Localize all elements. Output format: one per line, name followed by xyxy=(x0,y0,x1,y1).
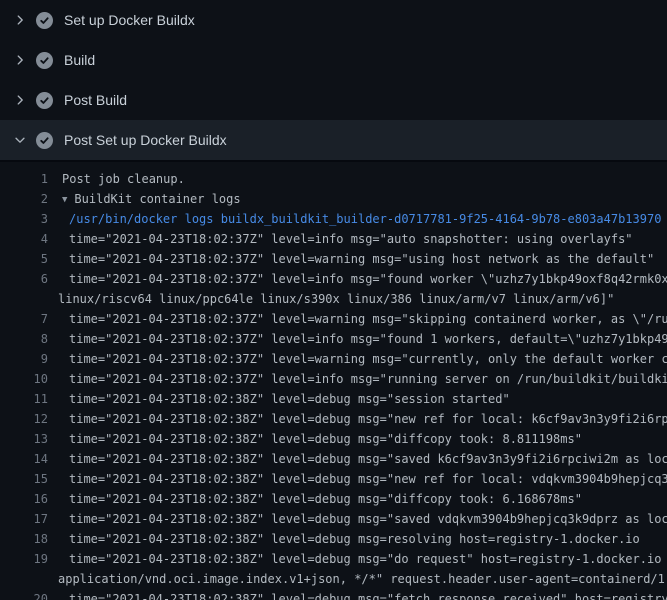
line-number[interactable]: 8 xyxy=(0,329,48,349)
log-text: /usr/bin/docker logs buildx_buildkit_bui… xyxy=(48,209,661,229)
step-row[interactable]: Build xyxy=(0,40,667,80)
step-row[interactable]: Set up Docker Buildx xyxy=(0,0,667,40)
step-row[interactable]: Post Set up Docker Buildx xyxy=(0,120,667,160)
line-number[interactable]: 15 xyxy=(0,469,48,489)
line-number[interactable] xyxy=(0,289,48,309)
log-line: 12 time="2021-04-23T18:02:38Z" level=deb… xyxy=(0,409,667,429)
log-line: 5 time="2021-04-23T18:02:37Z" level=warn… xyxy=(0,249,667,269)
line-number[interactable]: 4 xyxy=(0,229,48,249)
log-line: 8 time="2021-04-23T18:02:37Z" level=info… xyxy=(0,329,667,349)
line-number[interactable]: 2 xyxy=(0,189,48,209)
step-row[interactable]: Post Build xyxy=(0,80,667,120)
log-line: 2 ▼ BuildKit container logs xyxy=(0,189,667,209)
line-number[interactable]: 9 xyxy=(0,349,48,369)
line-number[interactable]: 20 xyxy=(0,589,48,600)
check-circle-icon xyxy=(36,132,53,149)
log-text: time="2021-04-23T18:02:38Z" level=debug … xyxy=(48,509,667,529)
log-text: time="2021-04-23T18:02:37Z" level=info m… xyxy=(48,229,633,249)
log-line: 19 time="2021-04-23T18:02:38Z" level=deb… xyxy=(0,549,667,569)
group-label[interactable]: BuildKit container logs xyxy=(74,192,240,206)
log-text: time="2021-04-23T18:02:38Z" level=debug … xyxy=(48,589,667,600)
check-circle-icon xyxy=(36,52,53,69)
log-line: 17 time="2021-04-23T18:02:38Z" level=deb… xyxy=(0,509,667,529)
chevron-down-icon[interactable] xyxy=(12,132,28,148)
log-text: time="2021-04-23T18:02:38Z" level=debug … xyxy=(48,449,667,469)
line-number[interactable]: 1 xyxy=(0,169,48,189)
log-line: 13 time="2021-04-23T18:02:38Z" level=deb… xyxy=(0,429,667,449)
log-line: 10 time="2021-04-23T18:02:37Z" level=inf… xyxy=(0,369,667,389)
log-text: time="2021-04-23T18:02:38Z" level=debug … xyxy=(48,389,510,409)
log-line: 18 time="2021-04-23T18:02:38Z" level=deb… xyxy=(0,529,667,549)
log-line: 14 time="2021-04-23T18:02:38Z" level=deb… xyxy=(0,449,667,469)
log-line: 11 time="2021-04-23T18:02:38Z" level=deb… xyxy=(0,389,667,409)
line-number[interactable]: 3 xyxy=(0,209,48,229)
line-number[interactable]: 5 xyxy=(0,249,48,269)
line-number[interactable]: 6 xyxy=(0,269,48,289)
step-title: Post Build xyxy=(64,92,127,108)
log-text: time="2021-04-23T18:02:37Z" level=warnin… xyxy=(48,309,667,329)
log-text: application/vnd.oci.image.index.v1+json,… xyxy=(48,569,667,589)
log-line: application/vnd.oci.image.index.v1+json,… xyxy=(0,569,667,589)
log-text: time="2021-04-23T18:02:38Z" level=debug … xyxy=(48,429,582,449)
log-text: Post job cleanup. xyxy=(48,169,185,189)
chevron-right-icon[interactable] xyxy=(12,12,28,28)
log-text: time="2021-04-23T18:02:37Z" level=warnin… xyxy=(48,349,667,369)
log-area: 1 Post job cleanup. 2 ▼ BuildKit containe… xyxy=(0,160,667,600)
log-text: time="2021-04-23T18:02:37Z" level=info m… xyxy=(48,369,667,389)
log-line: 20 time="2021-04-23T18:02:38Z" level=deb… xyxy=(0,589,667,600)
step-title: Set up Docker Buildx xyxy=(64,12,195,28)
log-text: time="2021-04-23T18:02:38Z" level=debug … xyxy=(48,469,667,489)
log-line: linux/riscv64 linux/ppc64le linux/s390x … xyxy=(0,289,667,309)
steps-list: Set up Docker Buildx Build Post Buil xyxy=(0,0,667,160)
log-text: ▼ BuildKit container logs xyxy=(48,189,241,209)
line-number[interactable] xyxy=(0,569,48,589)
log-line: 6 time="2021-04-23T18:02:37Z" level=info… xyxy=(0,269,667,289)
collapse-triangle-icon[interactable]: ▼ xyxy=(62,190,67,209)
line-number[interactable]: 19 xyxy=(0,549,48,569)
line-number[interactable]: 11 xyxy=(0,389,48,409)
workflow-log-panel: Set up Docker Buildx Build Post Buil xyxy=(0,0,667,600)
line-number[interactable]: 17 xyxy=(0,509,48,529)
step-title: Post Set up Docker Buildx xyxy=(64,132,227,148)
log-text: time="2021-04-23T18:02:37Z" level=info m… xyxy=(48,329,667,349)
log-text: linux/riscv64 linux/ppc64le linux/s390x … xyxy=(48,289,614,309)
check-circle-icon xyxy=(36,12,53,29)
step-title: Build xyxy=(64,52,95,68)
log-text: time="2021-04-23T18:02:38Z" level=debug … xyxy=(48,549,667,569)
log-text: time="2021-04-23T18:02:37Z" level=info m… xyxy=(48,269,667,289)
log-text: time="2021-04-23T18:02:38Z" level=debug … xyxy=(48,489,582,509)
line-number[interactable]: 14 xyxy=(0,449,48,469)
log-line: 4 time="2021-04-23T18:02:37Z" level=info… xyxy=(0,229,667,249)
line-number[interactable]: 7 xyxy=(0,309,48,329)
line-number[interactable]: 12 xyxy=(0,409,48,429)
log-line: 16 time="2021-04-23T18:02:38Z" level=deb… xyxy=(0,489,667,509)
log-text: time="2021-04-23T18:02:38Z" level=debug … xyxy=(48,529,640,549)
log-text: time="2021-04-23T18:02:37Z" level=warnin… xyxy=(48,249,654,269)
log-text: time="2021-04-23T18:02:38Z" level=debug … xyxy=(48,409,667,429)
log-line: 1 Post job cleanup. xyxy=(0,169,667,189)
check-circle-icon xyxy=(36,92,53,109)
log-line: 15 time="2021-04-23T18:02:38Z" level=deb… xyxy=(0,469,667,489)
log-line: 3 /usr/bin/docker logs buildx_buildkit_b… xyxy=(0,209,667,229)
line-number[interactable]: 16 xyxy=(0,489,48,509)
line-number[interactable]: 18 xyxy=(0,529,48,549)
line-number[interactable]: 10 xyxy=(0,369,48,389)
log-line: 7 time="2021-04-23T18:02:37Z" level=warn… xyxy=(0,309,667,329)
chevron-right-icon[interactable] xyxy=(12,52,28,68)
chevron-right-icon[interactable] xyxy=(12,92,28,108)
log-line: 9 time="2021-04-23T18:02:37Z" level=warn… xyxy=(0,349,667,369)
line-number[interactable]: 13 xyxy=(0,429,48,449)
